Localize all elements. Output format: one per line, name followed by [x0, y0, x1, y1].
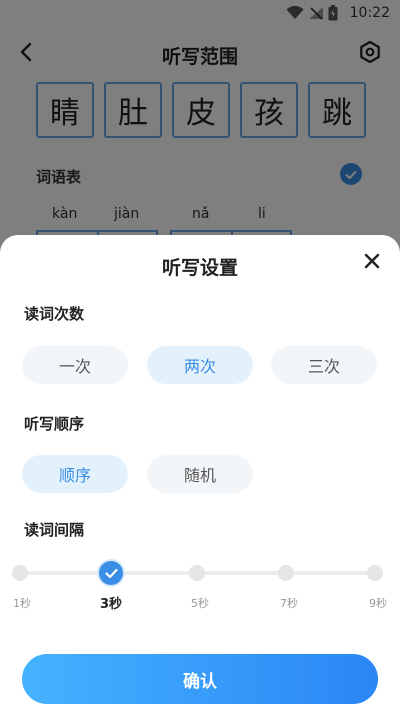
- close-icon: [364, 253, 380, 273]
- interval-label-5s: 5秒: [191, 597, 209, 610]
- interval-stop-9s[interactable]: [367, 565, 383, 581]
- order-label: 听写顺序: [24, 415, 85, 433]
- sheet-title: 听写设置: [161, 257, 238, 279]
- read-count-option-once[interactable]: 一次: [22, 346, 128, 384]
- interval-label-9s: 9秒: [369, 597, 387, 610]
- read-count-label: 读词次数: [24, 305, 85, 323]
- read-count-option-thrice[interactable]: 三次: [271, 346, 377, 384]
- read-count-option-twice[interactable]: 两次: [147, 346, 253, 384]
- interval-label: 读词间隔: [24, 521, 85, 539]
- confirm-button[interactable]: 确认: [22, 654, 378, 704]
- order-option-sequential[interactable]: 顺序: [22, 455, 128, 493]
- dictation-settings-sheet: 听写设置 读词次数 一次 两次 三次 听写顺序 顺序 随机 读词间隔 1秒 3秒…: [0, 235, 400, 712]
- interval-stop-7s[interactable]: [278, 565, 294, 581]
- order-option-random[interactable]: 随机: [147, 455, 253, 493]
- interval-label-3s: 3秒: [99, 597, 123, 612]
- interval-stop-1s[interactable]: [12, 565, 28, 581]
- close-button[interactable]: [360, 251, 384, 275]
- check-icon: [104, 564, 118, 583]
- interval-stop-5s[interactable]: [189, 565, 205, 581]
- interval-slider-thumb[interactable]: [99, 561, 123, 585]
- interval-label-7s: 7秒: [280, 597, 298, 610]
- interval-label-1s: 1秒: [13, 597, 31, 610]
